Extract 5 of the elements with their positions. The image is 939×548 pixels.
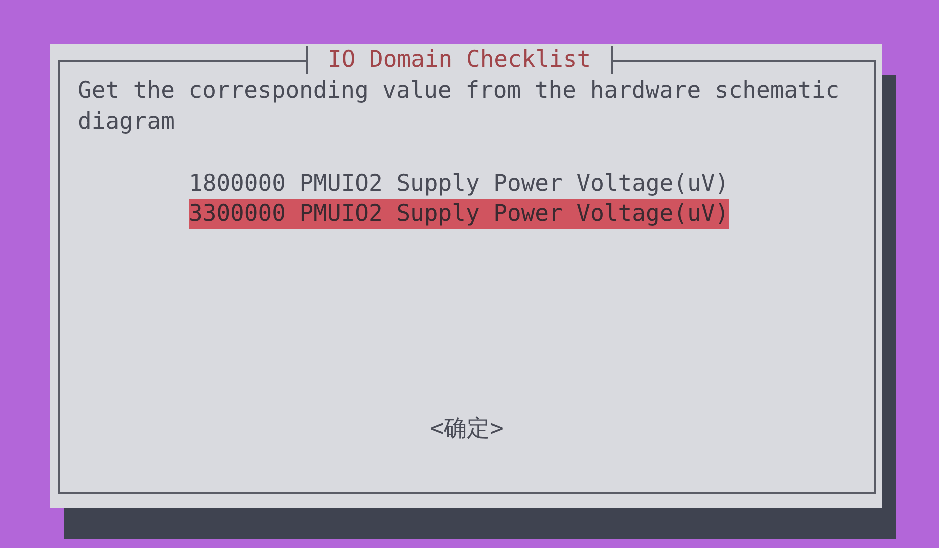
- dialog-title: IO Domain Checklist: [306, 46, 614, 74]
- menu-item[interactable]: 1800000 PMUIO2 Supply Power Voltage(uV): [189, 169, 730, 199]
- prompt-text: Get the corresponding value from the hardware schematic diagram: [78, 77, 841, 137]
- menu-item[interactable]: 3300000 PMUIO2 Supply Power Voltage(uV): [189, 199, 730, 229]
- ok-button[interactable]: <确定>: [430, 414, 504, 444]
